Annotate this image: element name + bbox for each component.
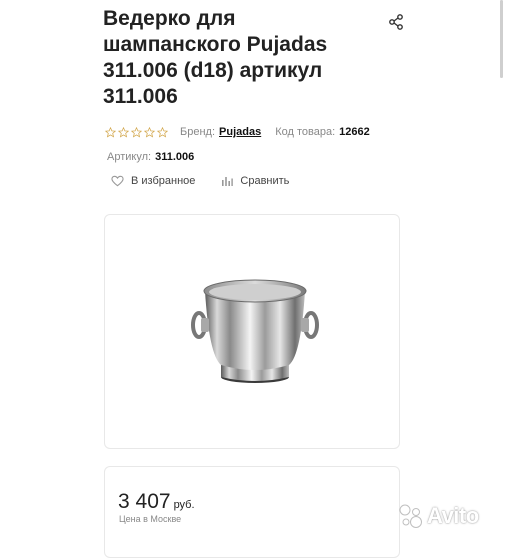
price-value: 3 407 [118,490,171,513]
heart-icon [111,175,124,187]
product-actions: В избранное Сравнить [111,175,315,187]
article-label: Артикул: [107,151,152,163]
share-icon[interactable] [388,14,404,30]
price-unit: руб. [173,499,195,511]
rating-stars[interactable] [105,126,168,138]
article-row: Артикул: 311.006 [107,151,194,163]
avito-watermark: Avito [398,503,479,529]
product-image-card[interactable] [104,214,400,449]
star-icon [105,126,116,137]
compare-button[interactable]: Сравнить [221,175,289,187]
product-code-value: 12662 [339,126,370,138]
star-icon [144,126,155,137]
price: 3 407 руб. [118,490,195,514]
price-location-note: Цена в Москве [119,514,182,524]
compare-icon [222,177,234,186]
product-code-label: Код товара: [275,126,336,138]
avito-watermark-text: Avito [427,503,479,528]
add-to-favorites-button[interactable]: В избранное [111,175,195,187]
product-image[interactable] [105,215,399,448]
favorite-label: В избранное [131,175,196,187]
article-value: 311.006 [155,151,195,163]
scrollbar-thumb[interactable] [500,0,503,78]
product-meta-row: Бренд: Pujadas Код товара: 12662 [105,124,370,140]
star-icon [118,126,129,137]
product-title: Ведерко для шампанского Pujadas 311.006 … [103,7,328,108]
brand-label: Бренд: [180,126,216,138]
compare-label: Сравнить [240,175,290,187]
avito-logo-icon [399,504,422,528]
star-icon [157,126,168,137]
brand-link[interactable]: Pujadas [219,126,261,138]
star-icon [131,126,142,137]
